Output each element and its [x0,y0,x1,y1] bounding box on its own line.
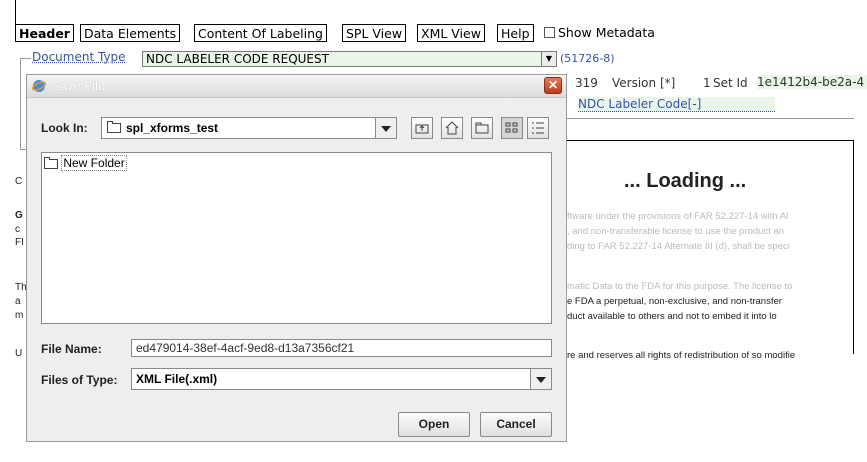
look-in-label: Look In: [41,121,88,135]
edge-letter: G [15,210,23,221]
tab-help[interactable]: Help [497,24,534,42]
java-app-icon [32,80,46,92]
file-list[interactable]: New Folder [41,152,552,324]
tab-data-elements[interactable]: Data Elements [80,24,181,42]
folder-icon [107,121,121,133]
save-file-dialog: Save File ✕ Look In: spl_xforms_test New… [26,74,567,442]
document-type-value: NDC LABELER CODE REQUEST [146,52,329,66]
document-type-label: Document Type [32,50,126,64]
new-folder-button[interactable] [471,117,493,139]
tab-spl-view[interactable]: SPL View [342,24,407,42]
file-name-label: File Name: [41,342,102,356]
edge-letter: m [15,310,24,321]
up-one-level-button[interactable] [411,117,433,139]
details-view-button[interactable] [527,117,549,139]
show-metadata-checkbox[interactable] [544,27,555,38]
home-icon [445,121,459,135]
license-text-line: re and reserves all rights of redistribu… [567,350,796,361]
file-name-input[interactable]: ed479014-38ef-4acf-9ed8-d13a7356cf21 [131,339,552,357]
tab-xml-view[interactable]: XML View [417,24,485,42]
edge-letter: C [15,176,23,187]
license-text-line: matic Data to the FDA for this purpose. … [567,281,793,292]
edge-letter: FI [15,237,24,248]
edge-letter: a [15,296,21,307]
folder-up-icon [415,124,429,134]
version-label: Version [*] [612,76,676,90]
chevron-down-icon[interactable] [375,118,396,138]
cancel-button[interactable]: Cancel [480,412,552,437]
edge-letter: U [15,348,23,359]
loading-text: ... Loading ... [624,170,747,192]
edge-letter: c [15,224,20,235]
close-icon[interactable]: ✕ [544,77,562,94]
edge-letter: Th [15,282,27,293]
set-id-field[interactable]: 1e1412b4-be2a-4 [757,75,867,89]
tab-header[interactable]: Header [15,24,74,42]
list-item[interactable]: New Folder [44,155,127,171]
chevron-down-icon[interactable]: ▼ [541,52,556,66]
divider [567,118,854,119]
list-view-icon [505,122,518,133]
file-name: New Folder [61,155,127,171]
ndc-labeler-code[interactable]: NDC Labeler Code[-] [578,97,775,112]
license-text-line: ftware under the provisions of FAR 52.22… [567,211,789,222]
files-of-type-value: XML File(.xml) [136,372,218,386]
files-of-type-label: Files of Type: [41,373,118,387]
look-in-value: spl_xforms_test [126,121,219,135]
document-type-select[interactable]: NDC LABELER CODE REQUEST ▼ [142,51,557,67]
details-view-icon [532,122,544,134]
license-text-line: ding to FAR 52.227-14 Alternate III (d),… [567,241,790,252]
license-text-line: e FDA a perpetual, non-exclusive, and no… [567,296,782,307]
look-in-select[interactable]: spl_xforms_test [101,117,397,139]
page-left-rule [15,0,16,24]
dialog-titlebar[interactable]: Save File ✕ [27,75,566,98]
set-id-label: Set Id [713,76,748,90]
chevron-down-icon[interactable] [530,369,551,389]
files-of-type-select[interactable]: XML File(.xml) [131,368,552,390]
license-text-line: duct available to others and not to embe… [567,311,777,322]
folder-icon [44,156,58,169]
open-button[interactable]: Open [398,412,470,437]
dialog-title: Save File [51,78,106,93]
license-text-line: , and non-transferable license to use th… [567,226,785,237]
home-button[interactable] [441,117,463,139]
document-type-code: (51726-8) [560,52,615,65]
list-view-button[interactable] [501,117,523,139]
new-folder-icon [475,122,489,134]
document-id-fragment: 319 [575,76,598,90]
version-value: 1 [703,76,711,90]
show-metadata-label: Show Metadata [558,25,655,40]
tab-content-of-labeling[interactable]: Content Of Labeling [194,24,327,42]
